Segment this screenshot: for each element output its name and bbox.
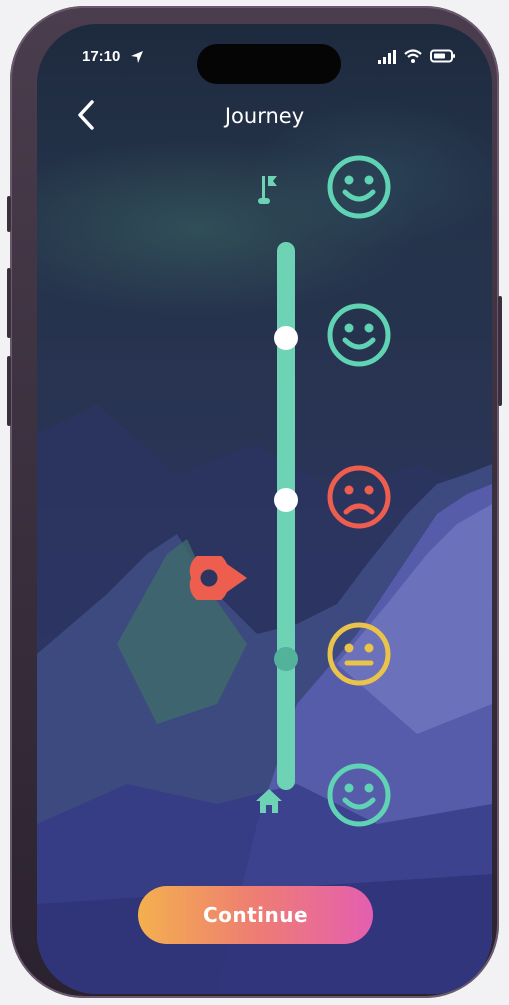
journey-track bbox=[277, 242, 295, 790]
happy-face-icon[interactable] bbox=[326, 762, 392, 828]
power-button bbox=[498, 296, 502, 406]
aurora-background bbox=[37, 84, 492, 444]
phone-frame: 17:10 Journey bbox=[7, 6, 502, 998]
status-time: 17:10 bbox=[82, 48, 121, 65]
journey-node[interactable] bbox=[274, 488, 298, 512]
app-screen: 17:10 Journey bbox=[37, 24, 492, 994]
battery-icon bbox=[430, 49, 455, 63]
sad-face-icon[interactable] bbox=[326, 464, 392, 530]
home-icon bbox=[256, 789, 282, 813]
volume-down-button bbox=[7, 356, 11, 426]
location-pin-icon bbox=[189, 556, 247, 600]
mute-switch bbox=[7, 196, 11, 232]
dynamic-island bbox=[197, 44, 341, 84]
journey-node[interactable] bbox=[274, 647, 298, 671]
journey-node[interactable] bbox=[274, 326, 298, 350]
wifi-icon bbox=[404, 49, 422, 63]
signal-icon bbox=[378, 50, 396, 64]
location-arrow-icon bbox=[131, 51, 143, 63]
neutral-face-icon[interactable] bbox=[326, 621, 392, 687]
happy-face-icon[interactable] bbox=[326, 154, 392, 220]
flag-icon bbox=[258, 176, 277, 204]
happy-face-icon[interactable] bbox=[326, 302, 392, 368]
page-title: Journey bbox=[224, 104, 305, 128]
continue-button[interactable]: Continue bbox=[138, 886, 373, 944]
volume-up-button bbox=[7, 268, 11, 338]
